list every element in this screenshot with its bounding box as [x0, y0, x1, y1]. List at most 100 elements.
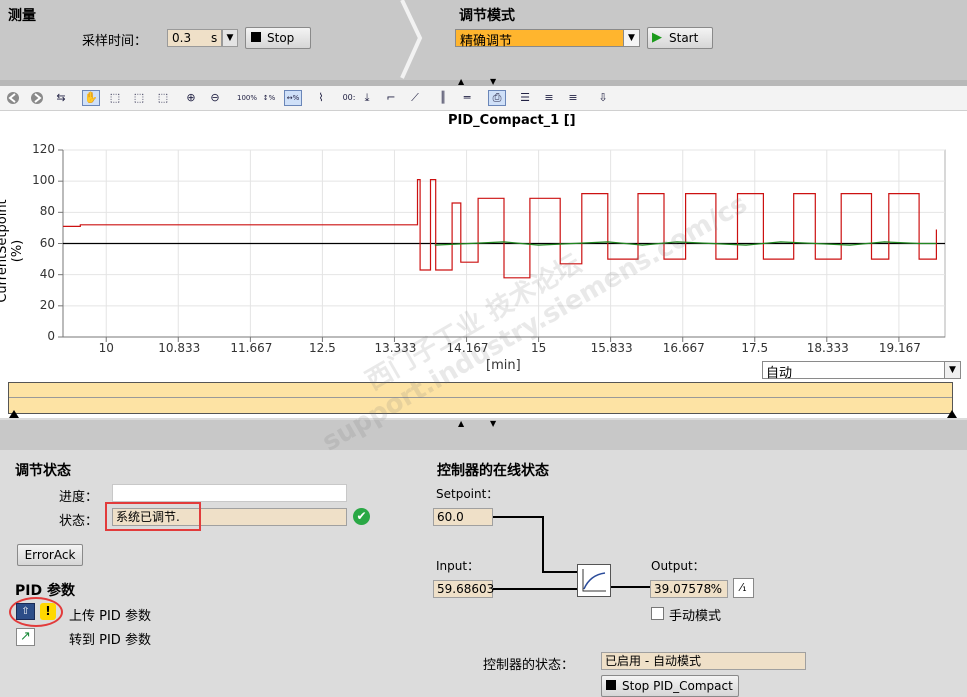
x-axis-label: [min] [486, 358, 521, 373]
tuning-mode-title: 调节模式 [459, 8, 515, 24]
zoom-in-icon[interactable]: ⊕ [182, 90, 200, 106]
start-tuning-button[interactable]: ▶ Start [647, 27, 713, 49]
sample-time-unit: s [211, 31, 218, 45]
y-tick-label: 120 [32, 142, 55, 156]
manual-mode-checkbox[interactable] [651, 607, 664, 620]
x-tick-label: 16.667 [662, 341, 705, 355]
cursor-v-icon[interactable]: ║ [434, 90, 452, 106]
export-icon[interactable]: ⇩ [594, 90, 612, 106]
x-tick-label: 12.5 [309, 341, 336, 355]
align-left-icon[interactable]: ≡ [540, 90, 558, 106]
progress-label: 进度： [59, 490, 99, 505]
chevron-down-icon: ▼ [226, 33, 234, 43]
zoom-100-icon[interactable]: 100% [236, 90, 257, 106]
diagonal-line-icon[interactable]: ⟋ [406, 90, 424, 106]
zoom-box-icon[interactable]: ⬚ [106, 90, 124, 106]
y-tick-label: 40 [39, 266, 55, 281]
x-tick-label: 11.667 [230, 341, 273, 355]
setpoint-label: Setpoint： [436, 487, 499, 501]
y-tick-label: 20 [39, 297, 55, 312]
align-right-icon[interactable]: ≡ [564, 90, 582, 106]
axis-mode-value: 自动 [766, 366, 793, 381]
y-tick-label: 80 [39, 204, 55, 219]
controller-state-label: 控制器的状态： [483, 658, 575, 673]
x-tick-label: 18.333 [806, 341, 849, 355]
cursor-h-icon[interactable]: ═ [458, 90, 476, 106]
auto-scale-icon[interactable]: ⌇ [312, 90, 330, 106]
range-handle-right[interactable] [947, 410, 957, 418]
progress-bar [112, 484, 347, 502]
zoom-y-100-icon[interactable]: ↕% [260, 90, 278, 106]
controller-block-icon [577, 564, 611, 597]
manual-value-icon[interactable]: ⁄₁ [733, 578, 754, 598]
legend-icon[interactable]: ☰ [516, 90, 534, 106]
x-tick-label: 13.333 [374, 341, 417, 355]
section-arrow-divider [396, 0, 426, 80]
stop-pid-label: Stop PID_Compact [622, 679, 733, 693]
stop-pid-button[interactable]: Stop PID_Compact [601, 675, 739, 697]
x-tick-label: 10.833 [158, 341, 201, 355]
setpoint-field: 60.0 [433, 508, 493, 526]
reset-zoom-icon[interactable]: ⇆ [52, 90, 70, 106]
measure-title: 测量 [8, 8, 36, 24]
fit-icon[interactable]: ⤓ [358, 90, 376, 106]
y-tick-label: 100 [32, 173, 55, 188]
online-status-title: 控制器的在线状态 [437, 463, 549, 479]
play-icon: ▶ [652, 30, 662, 45]
goto-params-icon[interactable]: ↗ [16, 628, 35, 646]
manual-mode-label: 手动模式 [669, 609, 722, 624]
pan-hand-icon[interactable]: ✋ [82, 90, 100, 106]
back-icon[interactable] [4, 90, 22, 106]
expand-down-icon: ▼ [490, 419, 497, 428]
step-icon[interactable]: 00: [340, 90, 358, 106]
zoom-out-icon[interactable]: ⊖ [206, 90, 224, 106]
output-value: 39.07578 [654, 582, 712, 596]
sample-time-input[interactable]: 0.3 s [167, 29, 222, 47]
stop-icon [606, 680, 616, 690]
forward-icon[interactable] [28, 90, 46, 106]
x-tick-label: 15 [530, 341, 547, 355]
x-tick-label: 15.833 [590, 341, 633, 355]
line-icon[interactable]: ⌐ [382, 90, 400, 106]
collapse-up-icon: ▲ [458, 77, 465, 86]
upload-params-label[interactable]: 上传 PID 参数 [69, 605, 151, 624]
stop-icon [251, 32, 261, 42]
sample-time-label: 采样时间： [82, 34, 148, 49]
input-field: 59.68603 [433, 580, 494, 598]
y-tick-label: 60 [39, 235, 55, 250]
goto-params-label[interactable]: 转到 PID 参数 [69, 629, 151, 648]
chevron-down-icon: ▼ [944, 362, 960, 378]
output-unit: % [710, 582, 722, 596]
snapshot-icon[interactable]: ⎙ [488, 90, 506, 106]
warning-icon: ! [40, 603, 56, 620]
status-highlight-box [105, 502, 201, 531]
check-ok-icon: ✔ [353, 508, 370, 525]
start-label: Start [669, 31, 699, 45]
y-tick-label: 0 [47, 329, 55, 343]
zoom-x-100-icon[interactable]: ↔% [284, 90, 302, 106]
sample-time-value: 0.3 [172, 31, 192, 45]
sample-time-dropdown[interactable]: ▼ [222, 29, 238, 47]
tuning-mode-select[interactable]: 精确调节 ▼ [455, 29, 640, 49]
chevron-down-icon: ▼ [623, 30, 639, 46]
output-label: Output： [651, 559, 705, 573]
splitter-bottom[interactable]: ▲ ▼ [0, 419, 967, 450]
expand-down-icon: ▼ [490, 77, 497, 86]
overview-line [9, 397, 952, 398]
overview-range-bar[interactable] [8, 382, 953, 414]
axis-mode-select[interactable]: 自动 ▼ [762, 361, 961, 381]
trend-plot[interactable] [0, 140, 967, 355]
zoom-x-icon[interactable]: ⬚ [130, 90, 148, 106]
x-tick-label: 17.5 [741, 341, 769, 355]
x-tick-label: 10 [98, 341, 114, 355]
range-handle-left[interactable] [9, 410, 19, 418]
x-tick-label: 19.167 [878, 341, 921, 355]
input-label: Input： [436, 559, 480, 573]
error-ack-button[interactable]: ErrorAck [17, 544, 83, 566]
output-field: 39.07578 % [650, 580, 728, 598]
controller-state-field: 已启用 - 自动模式 [601, 652, 806, 670]
stop-label: Stop [267, 31, 295, 45]
zoom-y-icon[interactable]: ⬚ [154, 90, 172, 106]
upload-params-icon[interactable]: ⇧ [16, 603, 35, 620]
stop-measure-button[interactable]: Stop [245, 27, 311, 49]
